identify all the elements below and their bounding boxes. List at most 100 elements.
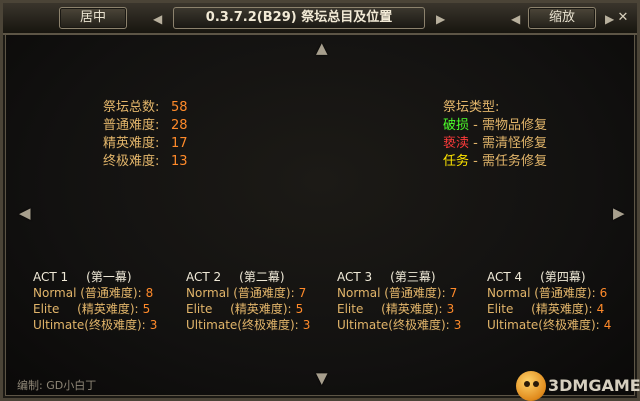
window-title: 0.3.7.2(B29) 祭坛总目及位置 <box>173 7 425 29</box>
difficulty-name: Ultimate <box>33 318 85 332</box>
difficulty-name: Elite <box>186 302 213 316</box>
difficulty-name: Ultimate <box>337 318 389 332</box>
altar-count: 6 <box>599 286 608 300</box>
legend-item: 亵渎 - 需清怪修复 <box>443 135 547 153</box>
act-block: ACT 2 (第二幕) Normal (普通难度): 7 Elite (精英难度):… <box>186 269 336 333</box>
act-row: Normal (普通难度): 6 <box>487 285 637 301</box>
act-row: Ultimate(终极难度): 3 <box>186 317 336 333</box>
difficulty-cn: (终极难度): <box>388 318 450 332</box>
pan-right-icon[interactable]: ▶ <box>613 206 625 221</box>
legend-title: 祭坛类型: <box>443 100 500 115</box>
author-credit: 编制: GD小白丁 <box>17 379 97 392</box>
difficulty-cn: (终极难度): <box>538 318 600 332</box>
altar-count: 4 <box>603 318 612 332</box>
act-row: Normal (普通难度): 7 <box>186 285 336 301</box>
difficulty-name: Normal <box>186 286 230 300</box>
mascot-eye <box>533 381 539 387</box>
difficulty-cn: (终极难度): <box>237 318 299 332</box>
next-page-icon[interactable]: ▶ <box>436 13 445 25</box>
act-title: ACT 4 <box>487 270 523 284</box>
difficulty-name: Ultimate <box>487 318 539 332</box>
altar-count: 8 <box>145 286 154 300</box>
difficulty-cn: (普通难度): <box>534 286 596 300</box>
act-row: Ultimate(终极难度): 3 <box>33 317 183 333</box>
act-subtitle: (第二幕) <box>239 270 285 284</box>
altar-count: 7 <box>449 286 458 300</box>
legend-item: 任务 - 需任务修复 <box>443 153 547 171</box>
zoom-in-icon[interactable]: ▶ <box>605 13 614 25</box>
act-title: ACT 2 <box>186 270 222 284</box>
act-subtitle: (第四幕) <box>540 270 586 284</box>
act-row: Normal (普通难度): 8 <box>33 285 183 301</box>
difficulty-cn: (终极难度): <box>84 318 146 332</box>
stat-label: 精英难度: <box>103 136 160 151</box>
legend-type-name: 任务 <box>443 154 470 169</box>
act-block: ACT 1 (第一幕) Normal (普通难度): 8 Elite (精英难度):… <box>33 269 183 333</box>
pan-down-icon[interactable]: ▼ <box>316 371 328 386</box>
altar-count: 3 <box>149 318 158 332</box>
difficulty-name: Normal <box>487 286 531 300</box>
stat-row: 终极难度: 13 <box>103 153 188 171</box>
act-title: ACT 1 <box>33 270 69 284</box>
act-row: Ultimate(终极难度): 3 <box>337 317 487 333</box>
difficulty-cn: (普通难度): <box>80 286 142 300</box>
altar-totals: 祭坛总数: 58 普通难度: 28 精英难度: 17 终极难度: 13 <box>103 99 188 171</box>
act-row: Elite (精英难度): 4 <box>487 301 637 317</box>
watermark-text: 3DMGAME <box>548 376 640 395</box>
close-icon[interactable]: ✕ <box>615 10 631 26</box>
altar-count: 3 <box>446 302 455 316</box>
act-row: Elite (精英难度): 5 <box>33 301 183 317</box>
act-block: ACT 3 (第三幕) Normal (普通难度): 7 Elite (精英难度):… <box>337 269 487 333</box>
stat-label: 终极难度: <box>103 154 160 169</box>
altar-type-legend: 祭坛类型: 破损 - 需物品修复 亵渎 - 需清怪修复 任务 - 需任务修复 <box>443 99 547 171</box>
difficulty-cn: (精英难度): <box>381 302 443 316</box>
stat-row: 精英难度: 17 <box>103 135 188 153</box>
stat-label: 普通难度: <box>103 118 160 133</box>
act-heading: ACT 2 (第二幕) <box>186 269 336 285</box>
zoom-out-icon[interactable]: ◀ <box>511 13 520 25</box>
act-row: Normal (普通难度): 7 <box>337 285 487 301</box>
stat-label: 祭坛总数: <box>103 100 160 115</box>
pan-up-icon[interactable]: ▲ <box>316 41 328 56</box>
difficulty-cn: (普通难度): <box>384 286 446 300</box>
zoom-button[interactable]: 缩放 <box>528 7 596 29</box>
altar-map-window: 居中 ◀ 0.3.7.2(B29) 祭坛总目及位置 ▶ ◀ 缩放 ▶ ✕ ▲ ▼… <box>0 0 640 401</box>
altar-count: 4 <box>596 302 605 316</box>
title-bar: 居中 ◀ 0.3.7.2(B29) 祭坛总目及位置 ▶ ◀ 缩放 ▶ ✕ <box>3 3 637 35</box>
difficulty-name: Normal <box>33 286 77 300</box>
difficulty-name: Elite <box>33 302 60 316</box>
act-subtitle: (第三幕) <box>390 270 436 284</box>
act-heading: ACT 4 (第四幕) <box>487 269 637 285</box>
act-row: Ultimate(终极难度): 4 <box>487 317 637 333</box>
stat-value: 17 <box>171 136 188 151</box>
site-watermark: 3DMGAME <box>516 371 640 401</box>
pan-left-icon[interactable]: ◀ <box>19 206 31 221</box>
altar-count: 3 <box>302 318 311 332</box>
mascot-eye <box>524 381 530 387</box>
difficulty-name: Ultimate <box>186 318 238 332</box>
difficulty-cn: (精英难度): <box>77 302 139 316</box>
stat-value: 58 <box>171 100 188 115</box>
legend-item: 破损 - 需物品修复 <box>443 117 547 135</box>
act-title: ACT 3 <box>337 270 373 284</box>
stat-row: 祭坛总数: 58 <box>103 99 188 117</box>
difficulty-name: Normal <box>337 286 381 300</box>
altar-count: 5 <box>142 302 151 316</box>
altar-count: 5 <box>295 302 304 316</box>
difficulty-cn: (精英难度): <box>230 302 292 316</box>
difficulty-name: Elite <box>337 302 364 316</box>
altar-count: 3 <box>453 318 462 332</box>
altar-count: 7 <box>298 286 307 300</box>
difficulty-cn: (普通难度): <box>233 286 295 300</box>
legend-type-desc: - 需任务修复 <box>469 154 547 169</box>
center-button[interactable]: 居中 <box>59 7 127 29</box>
act-block: ACT 4 (第四幕) Normal (普通难度): 6 Elite (精英难度):… <box>487 269 637 333</box>
legend-type-name: 亵渎 <box>443 136 470 151</box>
legend-type-desc: - 需物品修复 <box>469 118 547 133</box>
legend-type-name: 破损 <box>443 118 470 133</box>
stat-value: 28 <box>171 118 188 133</box>
difficulty-name: Elite <box>487 302 514 316</box>
difficulty-cn: (精英难度): <box>531 302 593 316</box>
prev-page-icon[interactable]: ◀ <box>153 13 162 25</box>
act-heading: ACT 1 (第一幕) <box>33 269 183 285</box>
